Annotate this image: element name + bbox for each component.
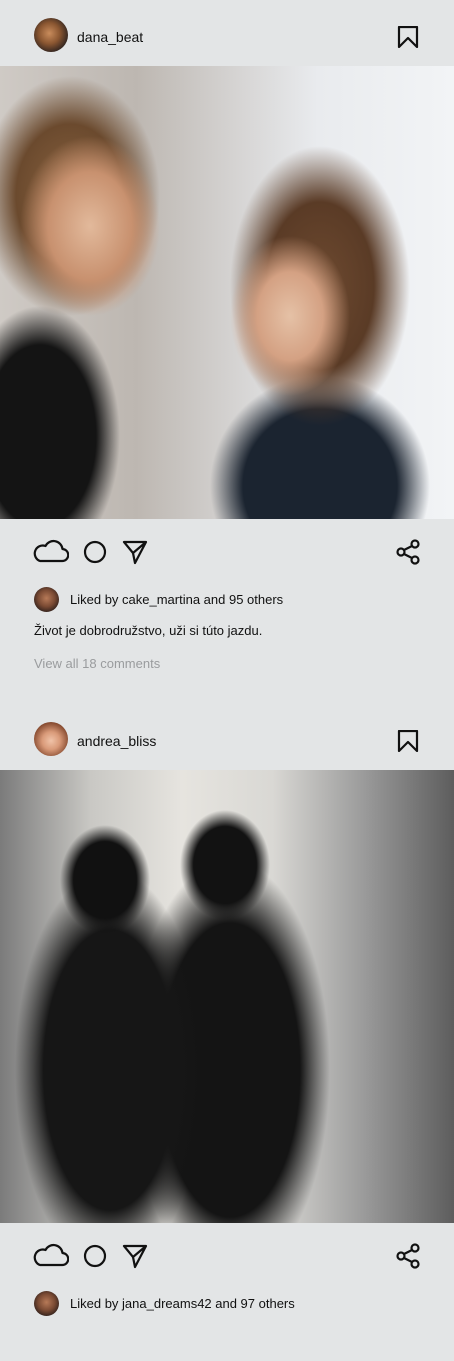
likes-text[interactable]: Liked by jana_dreams42 and 97 others (70, 1296, 295, 1311)
liker-avatar[interactable] (34, 1291, 59, 1316)
username[interactable]: andrea_bliss (77, 733, 156, 749)
post-header: andrea_bliss (0, 704, 454, 770)
post-2: andrea_bliss Liked by jana_dreams42 and … (0, 704, 454, 1319)
user-avatar[interactable] (34, 722, 68, 756)
share-icon[interactable] (395, 539, 421, 565)
cloud-like-icon[interactable] (33, 539, 69, 565)
post-photo[interactable] (0, 770, 454, 1223)
send-triangle-icon[interactable] (122, 539, 148, 565)
circle-comment-icon[interactable] (83, 539, 109, 565)
bookmark-icon[interactable] (397, 730, 419, 752)
cloud-like-icon[interactable] (33, 1243, 69, 1269)
username[interactable]: dana_beat (77, 29, 143, 45)
circle-comment-icon[interactable] (83, 1243, 109, 1269)
post-caption: Život je dobrodružstvo, uži si túto jazd… (34, 623, 263, 638)
likes-text[interactable]: Liked by cake_martina and 95 others (70, 592, 283, 607)
liker-avatar[interactable] (34, 587, 59, 612)
likes-row: Liked by jana_dreams42 and 97 others (0, 1291, 454, 1319)
likes-row: Liked by cake_martina and 95 others (0, 587, 454, 615)
post-1: dana_beat Liked by cake_martina and 95 o… (0, 0, 454, 671)
post-actions (0, 519, 454, 587)
send-triangle-icon[interactable] (122, 1243, 148, 1269)
bookmark-icon[interactable] (397, 26, 419, 48)
post-header: dana_beat (0, 0, 454, 66)
share-icon[interactable] (395, 1243, 421, 1269)
view-comments-link[interactable]: View all 18 comments (34, 656, 160, 671)
post-actions (0, 1223, 454, 1291)
post-photo[interactable] (0, 66, 454, 519)
user-avatar[interactable] (34, 18, 68, 52)
